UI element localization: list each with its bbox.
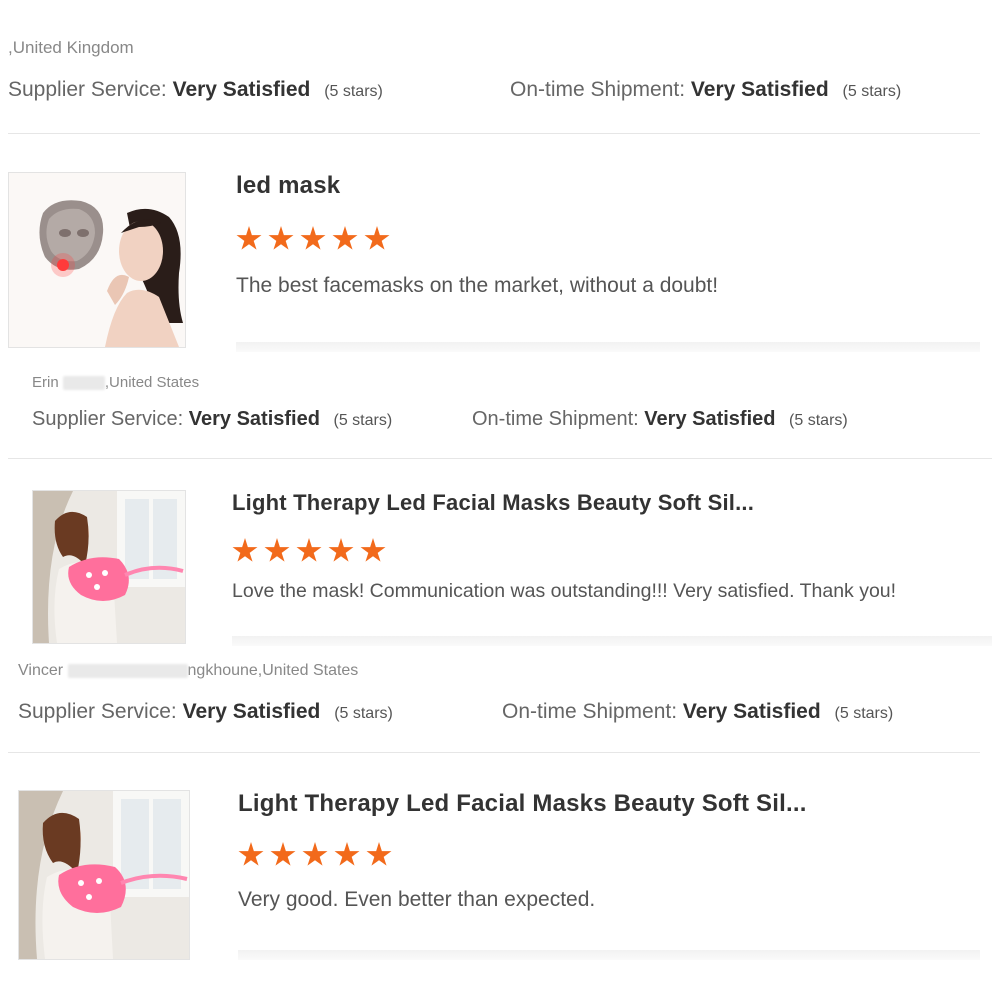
shipment-summary: On-time Shipment: Very Satisfied (5 star… [472, 408, 848, 431]
product-title[interactable]: Light Therapy Led Facial Masks Beauty So… [232, 490, 754, 516]
shipment-summary: On-time Shipment: Very Satisfied (5 star… [502, 700, 893, 724]
reviewer-name: Vincer ngkhoune,United States [18, 662, 359, 679]
star-icon [232, 538, 258, 562]
star-icon [238, 842, 264, 866]
review-footer-bar [238, 950, 980, 960]
star-icon [236, 226, 262, 250]
star-icon [364, 226, 390, 250]
supplier-service-label: Supplier Service: [8, 78, 167, 101]
shipment-stars-note: (5 stars) [789, 412, 848, 429]
review-comment: Very good. Even better than expected. [238, 888, 596, 911]
divider [8, 133, 980, 134]
shipment-stars-note: (5 stars) [842, 83, 902, 100]
shipment-stars-note: (5 stars) [834, 705, 894, 722]
star-icon [334, 842, 360, 866]
rating-summary: Supplier Service: Very Satisfied (5 star… [32, 408, 392, 431]
divider [8, 752, 980, 753]
reviewer-name: Erin ,United States [32, 374, 200, 391]
product-title[interactable]: Light Therapy Led Facial Masks Beauty So… [238, 790, 807, 818]
review-footer-bar [236, 342, 980, 352]
star-icon [302, 842, 328, 866]
star-rating [236, 226, 390, 252]
product-thumbnail[interactable] [32, 490, 186, 644]
ontime-shipment-value: Very Satisfied [682, 700, 821, 723]
star-icon [366, 842, 392, 866]
ontime-shipment-label: On-time Shipment: [472, 408, 639, 430]
ontime-shipment-label: On-time Shipment: [502, 700, 678, 723]
led-mask-woman-image [9, 173, 185, 347]
ontime-shipment-value: Very Satisfied [644, 408, 776, 430]
review-footer-bar [232, 636, 992, 646]
ontime-shipment-value: Very Satisfied [690, 78, 829, 101]
star-icon [300, 226, 326, 250]
supplier-service-label: Supplier Service: [18, 700, 177, 723]
star-icon [264, 538, 290, 562]
star-icon [360, 538, 386, 562]
pink-mask-woman-image [33, 491, 185, 643]
product-thumbnail[interactable] [8, 172, 186, 348]
shipment-summary: On-time Shipment: Very Satisfied (5 star… [510, 78, 901, 102]
redacted-name [62, 376, 105, 391]
star-rating [238, 842, 392, 868]
product-thumbnail[interactable] [18, 790, 190, 960]
star-icon [328, 538, 354, 562]
supplier-service-value: Very Satisfied [188, 408, 320, 430]
star-icon [268, 226, 294, 250]
supplier-stars-note: (5 stars) [333, 412, 393, 429]
star-icon [332, 226, 358, 250]
pink-mask-woman-image [19, 791, 189, 959]
rating-summary: Supplier Service: Very Satisfied (5 star… [18, 700, 393, 724]
supplier-stars-note: (5 stars) [324, 83, 383, 100]
star-icon [296, 538, 322, 562]
divider [8, 458, 992, 459]
reviewer-name: ,United Kingdom [8, 38, 134, 57]
review-comment: The best facemasks on the market, withou… [236, 274, 719, 297]
rating-summary: Supplier Service: Very Satisfied (5 star… [8, 78, 383, 102]
star-icon [270, 842, 296, 866]
review-comment: Love the mask! Communication was outstan… [232, 580, 897, 602]
ontime-shipment-label: On-time Shipment: [510, 78, 686, 101]
supplier-service-value: Very Satisfied [172, 78, 311, 101]
supplier-service-label: Supplier Service: [32, 408, 184, 430]
supplier-service-value: Very Satisfied [182, 700, 321, 723]
product-title[interactable]: led mask [236, 172, 340, 200]
star-rating [232, 538, 386, 564]
redacted-name [67, 663, 188, 678]
supplier-stars-note: (5 stars) [334, 705, 393, 722]
